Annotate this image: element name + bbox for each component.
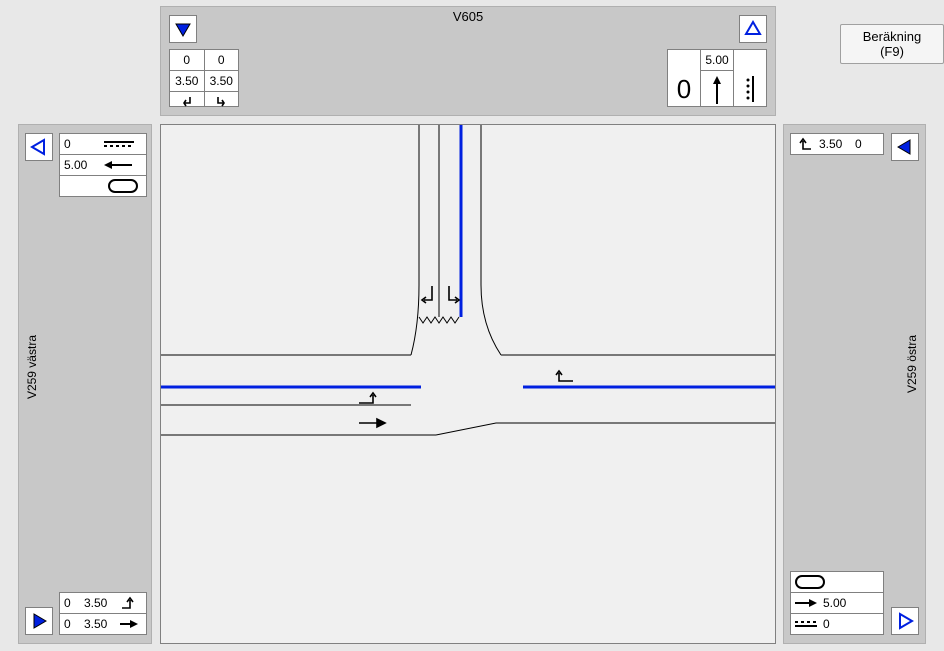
east-dec-arrow[interactable]: [891, 133, 919, 161]
arrow-up-straight-icon: [710, 76, 724, 106]
arrow-left-filled-icon: [896, 138, 914, 156]
wb1-width: 3.50: [84, 617, 114, 631]
eb2-width: 0: [823, 617, 830, 631]
west-bottom-lanes-box[interactable]: 0 3.50 0 3.50: [59, 592, 147, 635]
turn-left-up-icon: [795, 137, 813, 151]
east-inc-arrow[interactable]: [891, 607, 919, 635]
intersection-canvas: [160, 124, 776, 644]
divider-dots-icon: [743, 74, 757, 104]
north-inc-arrow[interactable]: [739, 15, 767, 43]
lane1-icon: [205, 91, 239, 112]
et0-extra: 0: [855, 137, 869, 151]
east-top-lanes-box[interactable]: 3.50 0: [790, 133, 884, 155]
lane0-icon: [170, 91, 204, 112]
arrow-down-icon: [174, 20, 192, 38]
dashed-line-icon: [795, 619, 817, 629]
arrow-left-icon: [30, 138, 48, 156]
east-approach-panel: V259 östra 3.50 0: [783, 124, 926, 644]
eb1-width: 5.00: [823, 596, 846, 610]
north-approach-panel: V605 0 3.50 0 3.50: [160, 6, 776, 116]
west-title: V259 västra: [25, 335, 39, 399]
wt1-width: 5.00: [64, 158, 98, 172]
calc-button[interactable]: Beräkning (F9): [840, 24, 944, 64]
west-dec-arrow[interactable]: [25, 133, 53, 161]
arrow-right-icon: [30, 612, 48, 630]
turn-left-down-icon: [180, 95, 194, 109]
arrow-right-line-icon: [795, 598, 817, 608]
east-title: V259 östra: [905, 335, 919, 393]
out-lane-icon: [701, 70, 733, 111]
wt0-width: 0: [64, 137, 98, 151]
et0-width: 3.50: [819, 137, 849, 151]
dashed-line-icon: [104, 139, 134, 149]
wb1-extra: 0: [64, 617, 78, 631]
lane0-width: 3.50: [170, 70, 204, 91]
lane1-width: 3.50: [205, 70, 239, 91]
turn-right-down-icon: [214, 95, 228, 109]
intersection-svg: [161, 125, 775, 643]
west-inc-arrow[interactable]: [25, 607, 53, 635]
arrow-right-outline-icon: [896, 612, 914, 630]
turn-up-right-icon: [120, 596, 138, 610]
west-approach-panel: V259 västra 0 5.00: [18, 124, 152, 644]
north-title: V605: [161, 9, 775, 24]
out-lane-width: 5.00: [701, 50, 733, 70]
east-bottom-lanes-box[interactable]: 5.00 0: [790, 571, 884, 635]
wb0-extra: 0: [64, 596, 78, 610]
island-pill-icon: [795, 575, 825, 589]
lane1-extra: 0: [205, 50, 239, 70]
north-in-lanes-box[interactable]: 0 3.50 0 3.50: [169, 49, 239, 107]
arrow-left-line-icon: [104, 160, 134, 170]
west-top-lanes-box[interactable]: 0 5.00: [59, 133, 147, 197]
wb0-width: 3.50: [84, 596, 114, 610]
island-icon: 0: [677, 76, 691, 102]
island-pill-icon: [108, 179, 138, 193]
arrow-up-icon: [744, 20, 762, 38]
north-out-lanes-box[interactable]: 0 5.00: [667, 49, 767, 107]
north-dec-arrow[interactable]: [169, 15, 197, 43]
arrow-right-line-icon: [120, 619, 138, 629]
lane0-extra: 0: [170, 50, 204, 70]
